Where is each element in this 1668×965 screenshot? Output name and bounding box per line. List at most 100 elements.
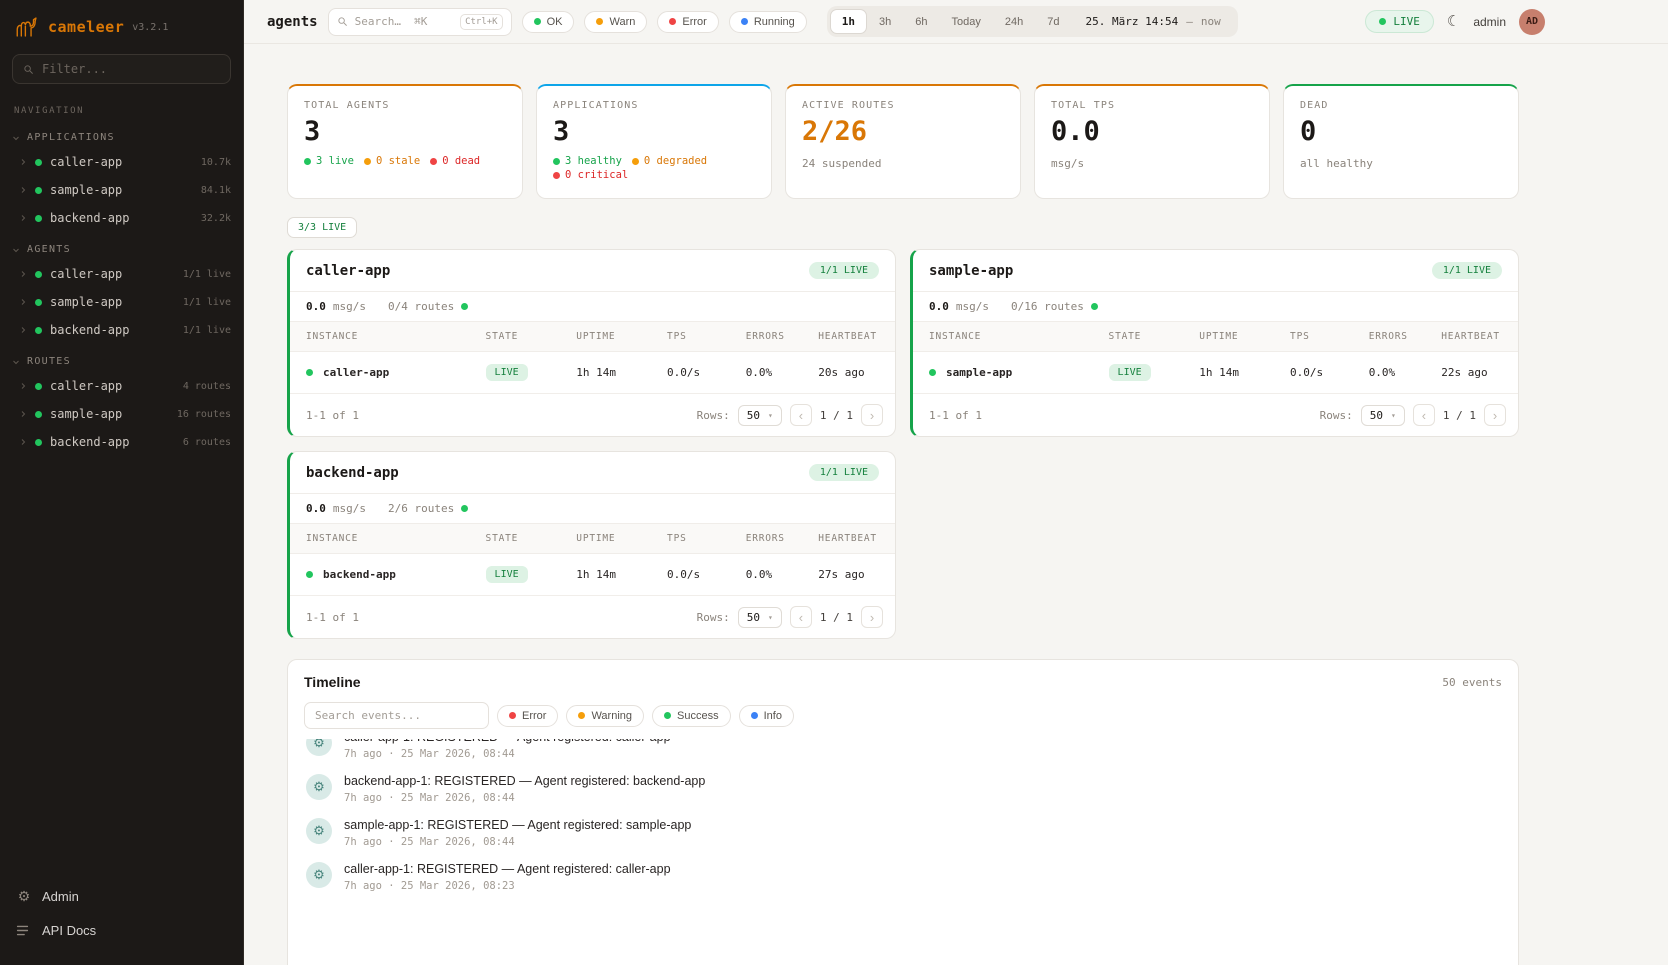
timeline-search-input[interactable] [304,702,489,729]
timeline-filter-warning[interactable]: Warning [566,705,644,727]
warn-status-dot [596,18,603,25]
sidebar-item-backend-app[interactable]: backend-app 32.2k [0,204,243,232]
table-row[interactable]: caller-app LIVE 1h 14m 0.0/s 0.0% 20s ag… [290,352,895,394]
col-header: TPS [659,524,738,554]
heartbeat-cell: 22s ago [1433,352,1518,394]
running-status-dot [741,18,748,25]
gear-icon: ⚙ [306,818,332,844]
stat-label: ACTIVE ROUTES [802,100,1004,111]
critical-dot [553,172,560,179]
time-range-today[interactable]: Today [940,10,993,34]
next-page-button[interactable]: › [861,404,883,426]
rows-per-page-select[interactable]: 50 ▾ [738,405,782,426]
sidebar-item-sample-app[interactable]: sample-app 84.1k [0,176,243,204]
tps-cell: 0.0/s [659,352,738,394]
chevron-right-icon [19,382,27,390]
instance-table: INSTANCE STATE UPTIME TPS ERRORS HEARTBE… [290,322,895,394]
healthy-dot [553,158,560,165]
stat-card-active-routes: ACTIVE ROUTES 2/26 24 suspended [785,84,1021,199]
event-time: 7h ago · 25 Mar 2026, 08:44 [344,836,691,848]
stat-value: 2/26 [802,116,1004,147]
chevron-down-icon: ▾ [768,411,773,420]
time-range-24h[interactable]: 24h [993,10,1035,34]
sidebar-item-routes-backend-app[interactable]: backend-app 6 routes [0,428,243,456]
timeline-event-list[interactable]: ⚙ caller-app-1: REGISTERED — Agent regis… [304,739,1502,899]
dark-mode-toggle[interactable]: ☾ [1447,14,1460,29]
chevron-right-icon: › [870,409,874,422]
sidebar-filter[interactable] [12,54,231,84]
chevron-down-icon [12,358,20,366]
event-title: caller-app-1: REGISTERED — Agent registe… [344,862,671,876]
global-search[interactable]: Ctrl+K [328,8,512,36]
sidebar-admin-link[interactable]: ⚙ Admin [0,879,243,914]
col-header: STATE [478,322,569,352]
gear-icon: ⚙ [16,888,32,905]
col-header: HEARTBEAT [810,322,895,352]
sidebar: cameleer v3.2.1 NAVIGATION APPLICATIONS … [0,0,244,965]
search-icon [23,64,34,75]
rows-value: 50 [747,409,760,422]
prev-page-button[interactable]: ‹ [790,404,812,426]
timeline-event[interactable]: ⚙ caller-app-1: REGISTERED — Agent regis… [304,739,1502,767]
sidebar-item-routes-caller-app[interactable]: caller-app 4 routes [0,372,243,400]
timeline-event[interactable]: ⚙ caller-app-1: REGISTERED — Agent regis… [304,855,1502,899]
sidebar-item-badge: 1/1 live [183,325,231,336]
rows-per-page-select[interactable]: 50▾ [738,607,782,628]
status-dot [35,299,42,306]
sidebar-item-agent-caller-app[interactable]: caller-app 1/1 live [0,260,243,288]
chevron-right-icon [19,270,27,278]
main-area: agents Ctrl+K OK Warn Error Running 1h 3… [244,0,1668,965]
panel-status-dot [461,303,468,310]
sidebar-item-label: sample-app [50,407,122,421]
timeline-filter-info[interactable]: Info [739,705,794,727]
instance-name: sample-app [946,366,1012,379]
filter-chip-warn[interactable]: Warn [584,11,647,33]
warning-dot [578,712,585,719]
timeline-filter-error[interactable]: Error [497,705,558,727]
stat-sub: 0 stale [376,155,420,167]
timeline-filter-success[interactable]: Success [652,705,731,727]
sidebar-item-label: backend-app [50,435,129,449]
sidebar-item-agent-backend-app[interactable]: backend-app 1/1 live [0,316,243,344]
sidebar-item-label: sample-app [50,295,122,309]
sidebar-filter-input[interactable] [42,62,220,76]
timeline-panel: Timeline 50 events Error Warning Success… [287,659,1519,965]
sidebar-item-badge: 6 routes [183,437,231,448]
stat-label: DEAD [1300,100,1502,111]
prev-page-button[interactable]: ‹ [1413,404,1435,426]
chip-label: Running [754,16,795,28]
filter-chip-ok[interactable]: OK [522,11,575,33]
filter-chip-error[interactable]: Error [657,11,718,33]
time-range-3h[interactable]: 3h [867,10,903,34]
sidebar-section-applications[interactable]: APPLICATIONS [0,120,243,148]
next-page-button[interactable]: › [1484,404,1506,426]
panel-tps-unit: msg/s [333,300,366,313]
table-row[interactable]: backend-app LIVE 1h 14m 0.0/s 0.0% 27s a… [290,554,895,596]
rows-per-page-select[interactable]: 50▾ [1361,405,1405,426]
time-range-1h[interactable]: 1h [830,9,867,34]
time-range-7d[interactable]: 7d [1035,10,1071,34]
chip-label: OK [547,16,563,28]
sidebar-item-caller-app[interactable]: caller-app 10.7k [0,148,243,176]
table-row[interactable]: sample-app LIVE 1h 14m 0.0/s 0.0% 22s ag… [913,352,1518,394]
search-icon [337,16,348,27]
filter-chip-running[interactable]: Running [729,11,807,33]
sidebar-item-routes-sample-app[interactable]: sample-app 16 routes [0,400,243,428]
chevron-right-icon [19,410,27,418]
sidebar-item-agent-sample-app[interactable]: sample-app 1/1 live [0,288,243,316]
global-search-input[interactable] [355,15,453,28]
sidebar-section-agents[interactable]: AGENTS [0,232,243,260]
sidebar-item-label: caller-app [50,267,122,281]
timeline-event[interactable]: ⚙ backend-app-1: REGISTERED — Agent regi… [304,767,1502,811]
timeline-event[interactable]: ⚙ sample-app-1: REGISTERED — Agent regis… [304,811,1502,855]
event-title: sample-app-1: REGISTERED — Agent registe… [344,818,691,832]
live-indicator[interactable]: LIVE [1365,10,1434,33]
sidebar-section-routes[interactable]: ROUTES [0,344,243,372]
date-range: 25. März 14:54 — now [1072,15,1235,28]
avatar[interactable]: AD [1519,9,1545,35]
prev-page-button[interactable]: ‹ [790,606,812,628]
sidebar-item-badge: 1/1 live [183,269,231,280]
time-range-6h[interactable]: 6h [903,10,939,34]
next-page-button[interactable]: › [861,606,883,628]
sidebar-api-docs-link[interactable]: API Docs [0,914,243,947]
